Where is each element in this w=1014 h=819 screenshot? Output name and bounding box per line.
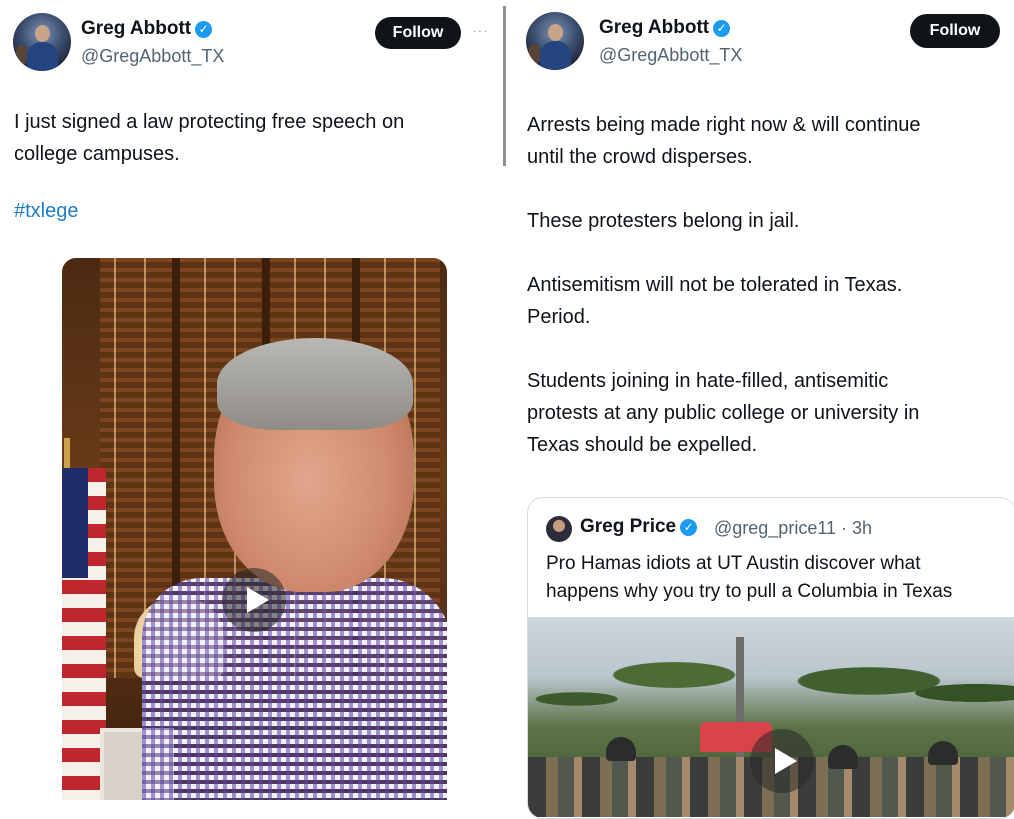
quoted-author-name[interactable]: Greg Price xyxy=(580,516,676,537)
author-name-block[interactable]: Greg Abbott ✓ xyxy=(599,17,731,39)
video-thumbnail[interactable] xyxy=(62,258,447,800)
tweet-text-line: Students joining in hate-filled, antisem… xyxy=(527,370,889,392)
video-scene-helmet xyxy=(606,737,636,761)
quoted-author-name-block[interactable]: Greg Price ✓ xyxy=(580,516,698,538)
tweet-text-line: I just signed a law protecting free spee… xyxy=(14,111,405,133)
person-shirt xyxy=(142,578,447,800)
avatar[interactable] xyxy=(526,12,584,70)
tweet-text-line: Period. xyxy=(527,306,591,328)
tweet-text-line: These protesters belong in jail. xyxy=(527,210,800,232)
avatar[interactable] xyxy=(13,13,71,71)
author-name[interactable]: Greg Abbott xyxy=(81,18,191,39)
author-name[interactable]: Greg Abbott xyxy=(599,17,709,38)
play-video-icon[interactable] xyxy=(750,729,814,793)
quoted-text: Pro Hamas idiots at UT Austin discover w… xyxy=(546,550,1006,606)
author-handle[interactable]: @GregAbbott_TX xyxy=(81,46,224,67)
author-name-block[interactable]: Greg Abbott ✓ xyxy=(81,18,213,40)
tweet-text-line: until the crowd disperses. xyxy=(527,146,753,168)
quoted-avatar[interactable] xyxy=(546,516,572,542)
follow-button[interactable]: Follow xyxy=(375,17,461,49)
person-hair xyxy=(217,338,413,430)
play-video-icon[interactable] xyxy=(222,568,286,632)
quoted-text-line: Pro Hamas idiots at UT Austin discover w… xyxy=(546,553,921,574)
quoted-text-line: happens why you try to pull a Columbia i… xyxy=(546,581,953,602)
verified-badge-icon: ✓ xyxy=(680,519,698,536)
hashtag-link[interactable]: #txlege xyxy=(14,200,79,223)
tweet-text-line: Arrests being made right now & will cont… xyxy=(527,114,921,136)
video-scene-helmet xyxy=(928,741,958,765)
verified-badge-icon: ✓ xyxy=(195,21,213,38)
tweet-text: Arrests being made right now & will cont… xyxy=(527,109,1012,461)
tweet-text-line: Antisemitism will not be tolerated in Te… xyxy=(527,274,903,296)
tweet-text-line: Texas should be expelled. xyxy=(527,434,758,456)
left-tweet-panel: Greg Abbott ✓ @GregAbbott_TX Follow ··· I… xyxy=(0,0,502,800)
tweet-text-line: college campuses. xyxy=(14,143,180,165)
video-scene-helmet xyxy=(828,745,858,769)
more-options-icon[interactable]: ··· xyxy=(472,22,489,38)
tweet-text-line: protests at any public college or univer… xyxy=(527,402,920,424)
panel-divider xyxy=(503,6,506,166)
tweet-text: I just signed a law protecting free spee… xyxy=(14,106,494,170)
flag-canton xyxy=(62,468,88,578)
verified-badge-icon: ✓ xyxy=(713,20,731,37)
quoted-tweet-card[interactable]: Greg Price ✓ @greg_price11 · 3h Pro Hamas… xyxy=(527,497,1014,819)
author-handle[interactable]: @GregAbbott_TX xyxy=(599,45,742,66)
quoted-handle-time[interactable]: @greg_price11 · 3h xyxy=(714,518,872,539)
follow-button[interactable]: Follow xyxy=(910,14,1000,48)
quoted-video-thumbnail[interactable] xyxy=(528,617,1014,817)
